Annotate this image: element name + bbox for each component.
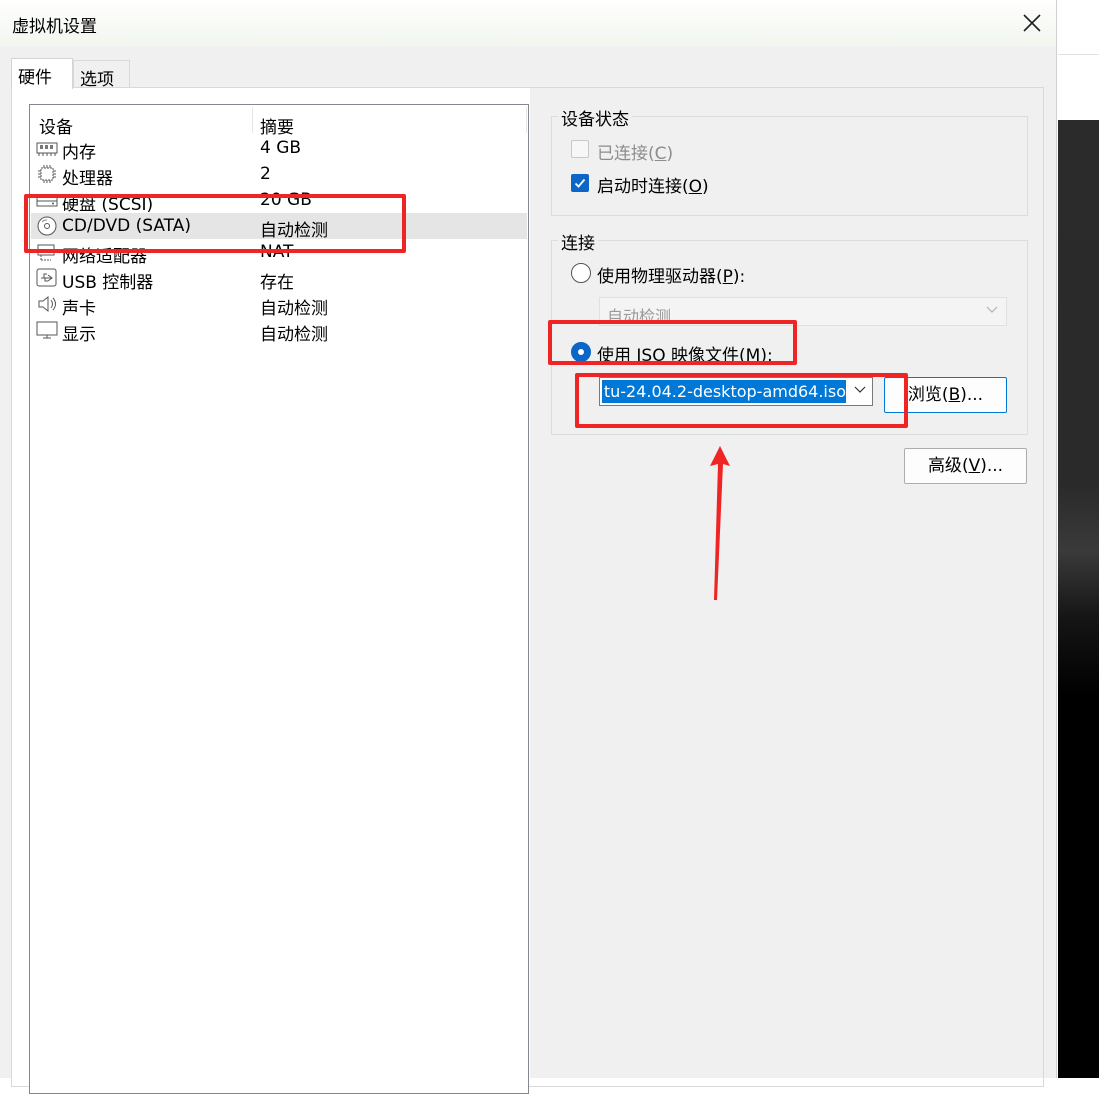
browse-button[interactable]: 浏览(B)... [884,377,1007,413]
monitor-icon [36,320,58,340]
physical-drive-label: 使用物理驱动器(P): [597,267,746,287]
cpu-icon [36,164,58,184]
close-icon [1023,14,1041,32]
connected-checkbox[interactable] [571,140,589,158]
device-summary: 自动检测 [260,325,328,345]
iso-path-combobox[interactable]: tu-24.04.2-desktop-amd64.iso [599,377,873,406]
column-divider[interactable] [252,107,253,133]
iso-image-label: 使用 ISO 映像文件(M): [597,346,773,366]
window-title: 虚拟机设置 [12,17,97,37]
device-row-usb-controller[interactable]: USB 控制器 存在 [31,265,527,293]
device-name: 网络适配器 [62,247,147,267]
device-name: 处理器 [62,169,113,189]
connection-label: 连接 [558,229,598,254]
network-adapter-icon [36,242,58,262]
device-row-cd-dvd[interactable]: CD/DVD (SATA) 自动检测 [31,213,527,241]
device-name: 显示 [62,325,96,345]
device-status-label: 设备状态 [558,105,632,130]
background-desktop [1058,0,1099,120]
device-summary: 自动检测 [260,221,328,241]
device-row-display[interactable]: 显示 自动检测 [31,317,527,345]
physical-drive-radio[interactable] [571,263,591,283]
device-name: 硬盘 (SCSI) [62,195,154,215]
device-row-processor[interactable]: 处理器 2 [31,161,527,189]
device-row-network-adapter[interactable]: 网络适配器 NAT [31,239,527,267]
background-dark-area [1058,120,1099,1078]
column-divider[interactable] [526,107,527,133]
connected-label: 已连接(C) [597,144,674,164]
device-row-memory[interactable]: 内存 4 GB [31,135,527,163]
iso-image-radio[interactable] [571,342,591,362]
chevron-down-icon[interactable] [854,386,866,394]
settings-panel [530,88,1043,1078]
hard-disk-icon [36,190,58,210]
checkmark-icon [574,178,586,188]
device-list[interactable]: 设备 摘要 内存 4 GB 处理器 2 硬盘 (SCSI) 20 GB CD/D… [29,104,529,1094]
device-summary: 存在 [260,273,294,293]
close-button[interactable] [1010,6,1054,40]
connect-at-power-on-checkbox[interactable] [571,174,589,192]
memory-icon [36,138,58,158]
device-name: 声卡 [62,299,96,319]
device-name: 内存 [62,143,96,163]
advanced-button[interactable]: 高级(V)... [904,448,1027,484]
iso-path-input[interactable]: tu-24.04.2-desktop-amd64.iso [602,380,846,403]
device-summary: NAT [260,242,294,262]
tab-options[interactable]: 选项 [73,60,130,90]
device-row-sound-card[interactable]: 声卡 自动检测 [31,291,527,319]
tab-hardware[interactable]: 硬件 [11,58,73,89]
vm-settings-dialog: 虚拟机设置 硬件 选项 设备 摘要 内存 4 GB 处理器 2 硬盘 (SCSI… [0,0,1057,1094]
background-divider [1058,54,1099,55]
device-status-group [551,116,1028,216]
cd-dvd-icon [36,216,58,236]
device-summary: 4 GB [260,138,302,158]
device-summary: 2 [260,164,271,184]
device-summary: 20 GB [260,190,312,210]
device-name: USB 控制器 [62,273,154,293]
device-name: CD/DVD (SATA) [62,216,191,236]
physical-drive-select[interactable]: 自动检测 [599,297,1007,326]
chevron-down-icon [986,306,998,313]
usb-icon [36,268,58,288]
connect-at-power-on-label: 启动时连接(O) [597,177,709,197]
device-row-hard-disk[interactable]: 硬盘 (SCSI) 20 GB [31,187,527,215]
title-bar: 虚拟机设置 [0,0,1056,46]
speaker-icon [36,294,58,314]
physical-drive-value: 自动检测 [607,307,672,326]
device-summary: 自动检测 [260,299,328,319]
